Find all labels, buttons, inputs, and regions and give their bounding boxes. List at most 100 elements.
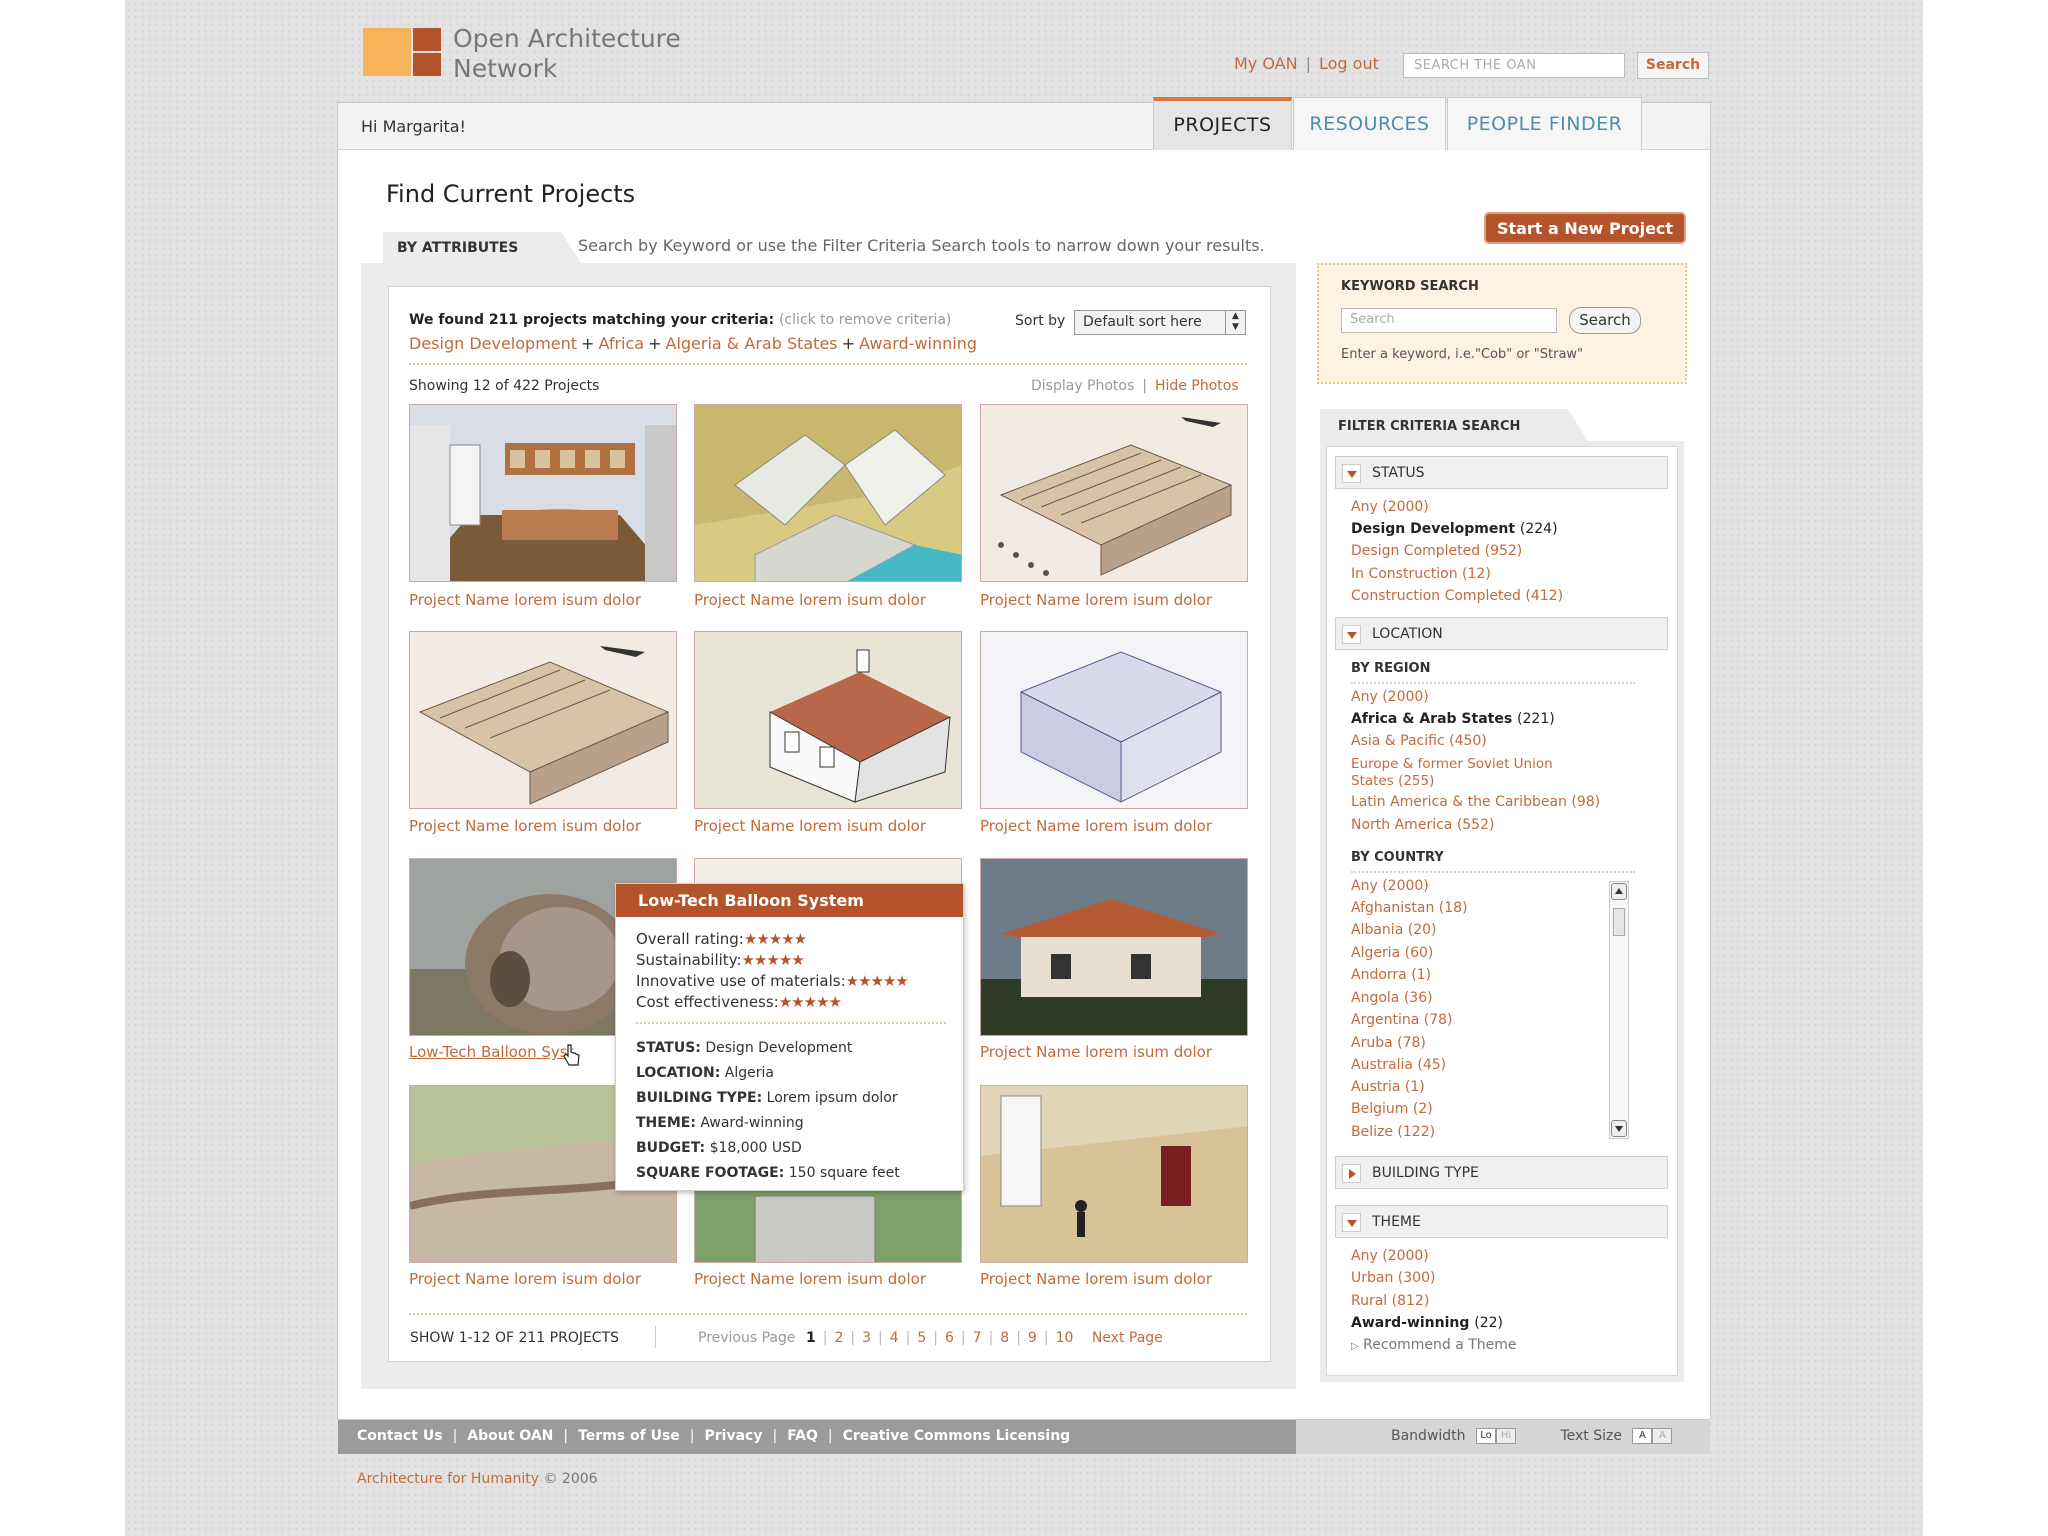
country-option[interactable]: Belize (122) — [1351, 1124, 1435, 1140]
page-4[interactable]: 4 — [890, 1330, 899, 1346]
criteria-algeria-arab-states[interactable]: Algeria & Arab States — [666, 334, 838, 353]
project-thumbnail-interior[interactable] — [980, 1085, 1248, 1263]
status-option-construction-completed[interactable]: Construction Completed (412) — [1351, 588, 1563, 604]
project-caption[interactable]: Project Name lorem isum dolor — [980, 591, 1212, 609]
footer-faq-link[interactable]: FAQ — [787, 1428, 818, 1444]
sort-select[interactable]: Default sort here ▲ ▼ — [1074, 310, 1246, 335]
project-caption[interactable]: Project Name lorem isum dolor — [694, 591, 926, 609]
page-3[interactable]: 3 — [862, 1330, 871, 1346]
keyword-search-button[interactable]: Search — [1569, 307, 1641, 334]
country-option[interactable]: Australia (45) — [1351, 1057, 1446, 1073]
country-option[interactable]: Andorra (1) — [1351, 967, 1431, 983]
country-option[interactable]: Afghanistan (18) — [1351, 900, 1468, 916]
page-6[interactable]: 6 — [945, 1330, 954, 1346]
tab-people-finder[interactable]: PEOPLE FINDER — [1447, 97, 1642, 150]
region-option-latin-america[interactable]: Latin America & the Caribbean (98) — [1351, 794, 1600, 810]
page-9[interactable]: 9 — [1028, 1330, 1037, 1346]
region-option-europe[interactable]: Europe & former Soviet Union States (255) — [1351, 756, 1553, 790]
project-thumbnail-airport-2[interactable] — [409, 631, 677, 809]
project-caption[interactable]: Project Name lorem isum dolor — [694, 817, 926, 835]
country-option[interactable]: Angola (36) — [1351, 990, 1433, 1006]
site-search-input[interactable]: SEARCH THE OAN — [1403, 53, 1625, 78]
previous-page-link[interactable]: Previous Page — [698, 1330, 796, 1346]
country-option[interactable]: Albania (20) — [1351, 922, 1436, 938]
bandwidth-lo-button[interactable]: Lo — [1476, 1428, 1496, 1444]
keyword-search-input[interactable]: Search — [1341, 308, 1557, 333]
criteria-design-development[interactable]: Design Development — [409, 334, 577, 353]
project-caption[interactable]: Project Name lorem isum dolor — [409, 1270, 641, 1288]
my-oan-link[interactable]: My OAN — [1234, 54, 1298, 73]
status-option-design-completed[interactable]: Design Completed (952) — [1351, 543, 1522, 559]
theme-option-rural[interactable]: Rural (812) — [1351, 1293, 1429, 1309]
theme-option-award-winning[interactable]: Award-winning (22) — [1351, 1315, 1503, 1331]
project-thumbnail-airport[interactable] — [980, 404, 1248, 582]
hide-photos-link[interactable]: Hide Photos — [1155, 378, 1239, 394]
text-size-small-button[interactable]: A — [1632, 1428, 1653, 1444]
theme-option-urban[interactable]: Urban (300) — [1351, 1270, 1435, 1286]
brand-name[interactable]: Open Architecture Network — [453, 24, 681, 84]
scroll-down-button[interactable] — [1611, 1120, 1627, 1137]
start-new-project-button[interactable]: Start a New Project — [1484, 212, 1686, 244]
criteria-award-winning[interactable]: Award-winning — [859, 334, 977, 353]
status-option-design-development[interactable]: Design Development (224) — [1351, 521, 1558, 537]
project-caption[interactable]: Project Name lorem isum dolor — [980, 1270, 1212, 1288]
status-option-in-construction[interactable]: In Construction (12) — [1351, 566, 1491, 582]
region-option-north-america[interactable]: North America (552) — [1351, 817, 1494, 833]
footer-terms-link[interactable]: Terms of Use — [578, 1428, 680, 1444]
page-1[interactable]: 1 — [806, 1330, 816, 1346]
tab-resources[interactable]: RESOURCES — [1293, 97, 1446, 150]
next-page-link[interactable]: Next Page — [1092, 1330, 1163, 1346]
project-thumbnail-house-render[interactable] — [980, 858, 1248, 1036]
building-type-section-header[interactable]: BUILDING TYPE — [1335, 1156, 1668, 1189]
project-thumbnail-wireframe[interactable] — [980, 631, 1248, 809]
tab-projects[interactable]: PROJECTS — [1153, 97, 1292, 150]
copyright-org-link[interactable]: Architecture for Humanity — [357, 1471, 539, 1487]
country-option[interactable]: Austria (1) — [1351, 1079, 1425, 1095]
footer-about-link[interactable]: About OAN — [467, 1428, 553, 1444]
theme-option-any[interactable]: Any (2000) — [1351, 1248, 1429, 1264]
country-option[interactable]: Algeria (60) — [1351, 945, 1433, 961]
project-caption[interactable]: Project Name lorem isum dolor — [694, 1270, 926, 1288]
status-option-any[interactable]: Any (2000) — [1351, 499, 1429, 515]
project-caption[interactable]: Project Name lorem isum dolor — [409, 817, 641, 835]
theme-section-header[interactable]: THEME — [1335, 1205, 1668, 1238]
project-caption[interactable]: Project Name lorem isum dolor — [980, 817, 1212, 835]
text-size-large-button[interactable]: A — [1652, 1428, 1673, 1444]
scroll-up-button[interactable] — [1611, 883, 1627, 900]
display-photos-link[interactable]: Display Photos — [1031, 378, 1134, 394]
tab-filter-criteria[interactable]: FILTER CRITERIA SEARCH — [1320, 409, 1568, 445]
footer-contact-link[interactable]: Contact Us — [357, 1428, 443, 1444]
logout-link[interactable]: Log out — [1319, 54, 1379, 73]
project-thumbnail-house[interactable] — [694, 631, 962, 809]
region-option-any[interactable]: Any (2000) — [1351, 689, 1429, 705]
detail-row: LOCATION: Algeria — [636, 1061, 900, 1086]
project-caption[interactable]: Project Name lorem isum dolor — [980, 1043, 1212, 1061]
site-search-button[interactable]: Search — [1637, 52, 1709, 79]
page-10[interactable]: 10 — [1056, 1330, 1074, 1346]
recommend-theme-link[interactable]: ▷ Recommend a Theme — [1351, 1337, 1517, 1353]
project-thumbnail-terrace[interactable] — [694, 404, 962, 582]
page-8[interactable]: 8 — [1000, 1330, 1009, 1346]
country-option[interactable]: Belgium (2) — [1351, 1101, 1433, 1117]
scroll-thumb[interactable] — [1613, 908, 1625, 936]
region-option-africa[interactable]: Africa & Arab States (221) — [1351, 711, 1555, 727]
page-5[interactable]: 5 — [917, 1330, 926, 1346]
region-option-asia-pacific[interactable]: Asia & Pacific (450) — [1351, 733, 1487, 749]
country-option-any[interactable]: Any (2000) — [1351, 878, 1429, 894]
country-option[interactable]: Argentina (78) — [1351, 1012, 1453, 1028]
bandwidth-hi-button[interactable]: Hi — [1496, 1428, 1516, 1444]
country-scrollbar[interactable] — [1609, 881, 1629, 1139]
project-thumbnail-kitchen[interactable] — [409, 404, 677, 582]
location-section-header[interactable]: LOCATION — [1335, 617, 1668, 650]
status-section-header[interactable]: STATUS — [1335, 456, 1668, 489]
page-2[interactable]: 2 — [834, 1330, 843, 1346]
project-caption-balloon[interactable]: Low-Tech Balloon Syst — [409, 1043, 573, 1061]
keyword-search-hint: Enter a keyword, i.e."Cob" or "Straw" — [1341, 347, 1584, 362]
criteria-africa[interactable]: Africa — [598, 334, 644, 353]
country-option[interactable]: Aruba (78) — [1351, 1035, 1426, 1051]
footer-privacy-link[interactable]: Privacy — [705, 1428, 763, 1444]
tab-by-attributes[interactable]: BY ATTRIBUTES — [383, 232, 559, 266]
page-7[interactable]: 7 — [973, 1330, 982, 1346]
project-caption[interactable]: Project Name lorem isum dolor — [409, 591, 641, 609]
footer-cc-link[interactable]: Creative Commons Licensing — [843, 1428, 1071, 1444]
